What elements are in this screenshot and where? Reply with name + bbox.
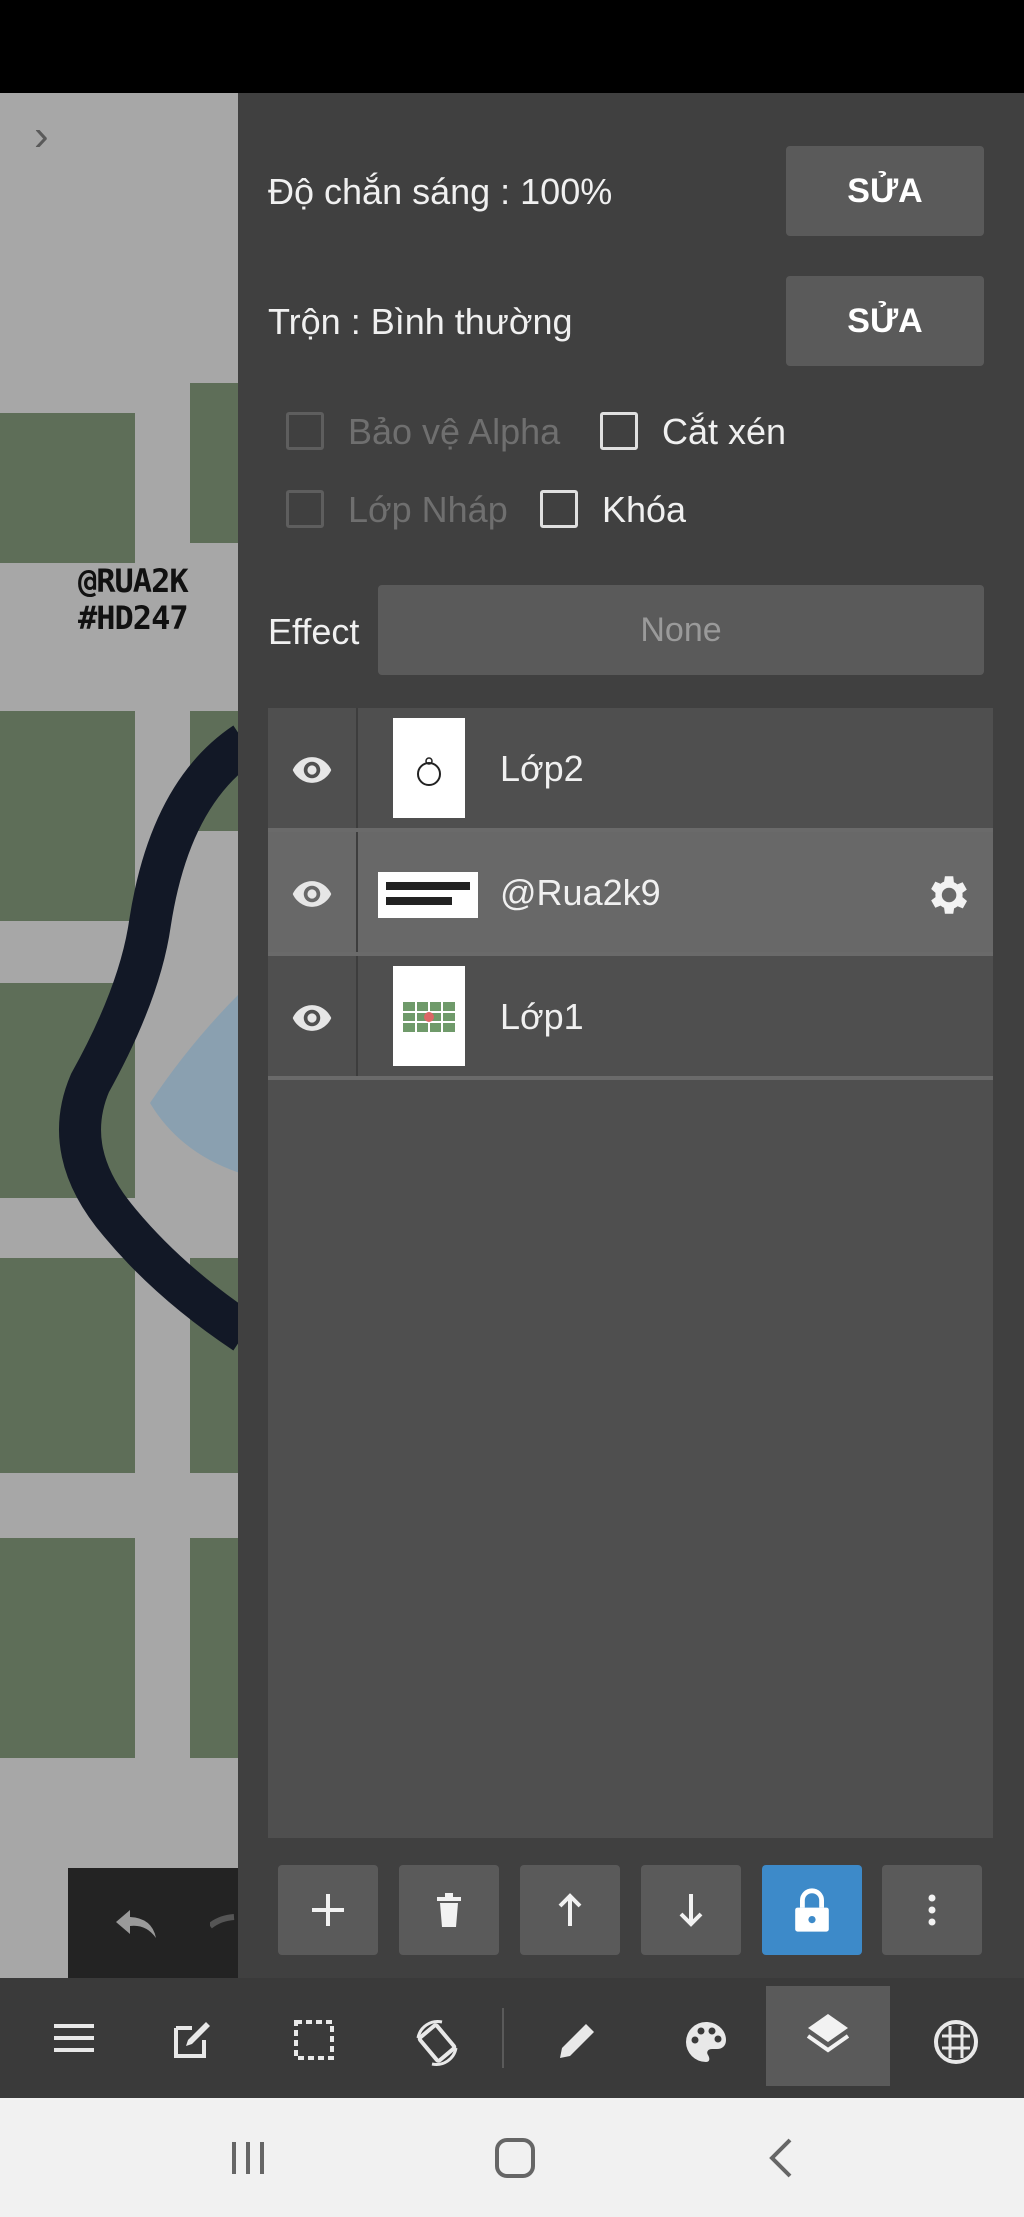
brush-tool-button[interactable] bbox=[516, 1978, 636, 2098]
recent-apps-icon[interactable] bbox=[228, 2138, 272, 2178]
layer-list: Lớp2 @Rua2k9 Lớp1 bbox=[268, 708, 993, 1838]
layer-row[interactable]: Lớp2 bbox=[268, 708, 993, 832]
draft-layer-label: Lớp Nháp bbox=[348, 489, 508, 530]
plus-icon bbox=[312, 1894, 344, 1926]
chevron-right-icon[interactable]: › bbox=[34, 114, 64, 158]
drawing-canvas[interactable]: › @RUA2K #HD247 bbox=[0, 93, 238, 1978]
arrow-down-icon bbox=[679, 1894, 703, 1927]
toolbar-divider bbox=[502, 2008, 504, 2068]
eye-icon[interactable] bbox=[290, 872, 334, 916]
draft-layer-checkbox[interactable] bbox=[286, 490, 324, 528]
layer-name: Lớp2 bbox=[500, 748, 584, 789]
edit-square-icon bbox=[174, 2022, 210, 2058]
selection-button[interactable] bbox=[252, 1978, 372, 2098]
canvas-watermark: @RUA2K #HD247 bbox=[78, 562, 189, 637]
clipping-label: Cắt xén bbox=[662, 411, 787, 452]
edit-blend-button[interactable]: SỬA bbox=[786, 276, 984, 366]
arrow-up-icon bbox=[558, 1893, 582, 1926]
undo-redo-bar bbox=[68, 1868, 238, 1978]
layers-button[interactable] bbox=[766, 1986, 890, 2086]
clipping-checkbox[interactable] bbox=[600, 412, 638, 450]
effect-selector[interactable]: None bbox=[378, 585, 984, 675]
rotate-icon bbox=[416, 2020, 458, 2066]
selection-icon bbox=[294, 2020, 334, 2060]
color-button[interactable] bbox=[642, 1978, 762, 2098]
layer-thumbnail bbox=[378, 872, 478, 918]
system-navigation-bar bbox=[0, 2098, 1024, 2217]
gear-icon[interactable] bbox=[922, 870, 972, 920]
add-layer-button[interactable] bbox=[278, 1865, 378, 1955]
blend-mode-label: Trộn : Bình thường bbox=[268, 301, 573, 342]
lock-layer-button[interactable] bbox=[762, 1865, 862, 1955]
redo-icon[interactable] bbox=[210, 1906, 238, 1942]
canvas-drawing bbox=[59, 725, 238, 1351]
undo-icon[interactable] bbox=[114, 1906, 158, 1942]
main-toolbar bbox=[0, 1978, 1024, 2098]
opacity-label: Độ chắn sáng : 100% bbox=[268, 171, 613, 212]
effect-label: Effect bbox=[268, 611, 360, 652]
menu-button[interactable] bbox=[12, 1978, 132, 2098]
pencil-icon bbox=[560, 2024, 594, 2058]
lock-checkbox[interactable] bbox=[540, 490, 578, 528]
row-separator bbox=[356, 832, 358, 956]
row-divider bbox=[268, 1076, 993, 1080]
edit-opacity-button[interactable]: SỬA bbox=[786, 146, 984, 236]
layer-name: @Rua2k9 bbox=[500, 872, 661, 913]
edit-button[interactable] bbox=[130, 1978, 250, 2098]
layer-name: Lớp1 bbox=[500, 996, 584, 1037]
watermark-line1: @RUA2K bbox=[78, 562, 189, 600]
grid-button[interactable] bbox=[892, 1978, 1012, 2098]
palette-icon bbox=[686, 2022, 726, 2062]
move-layer-up-button[interactable] bbox=[520, 1865, 620, 1955]
layer-row-selected[interactable]: @Rua2k9 bbox=[268, 832, 993, 956]
layer-row[interactable]: Lớp1 bbox=[268, 956, 993, 1080]
rotate-canvas-button[interactable] bbox=[372, 1978, 492, 2098]
status-bar bbox=[0, 0, 1024, 93]
eye-icon[interactable] bbox=[290, 996, 334, 1040]
thumbnail-sketch bbox=[417, 757, 441, 786]
trash-icon bbox=[437, 1893, 461, 1927]
home-icon[interactable] bbox=[493, 2136, 537, 2180]
layer-thumbnail bbox=[393, 718, 465, 818]
hamburger-icon bbox=[54, 2024, 94, 2052]
grid-circle-icon bbox=[934, 2020, 978, 2064]
move-layer-down-button[interactable] bbox=[641, 1865, 741, 1955]
layer-thumbnail bbox=[393, 966, 465, 1066]
row-separator bbox=[356, 708, 358, 832]
thumbnail-grid bbox=[403, 1002, 455, 1032]
thumbnail-watermark bbox=[386, 882, 470, 905]
lock-label: Khóa bbox=[602, 489, 687, 530]
eye-icon[interactable] bbox=[290, 748, 334, 792]
row-separator bbox=[356, 956, 358, 1080]
layers-icon bbox=[806, 2014, 850, 2053]
lock-icon bbox=[795, 1888, 829, 1932]
protect-alpha-checkbox[interactable] bbox=[286, 412, 324, 450]
protect-alpha-label: Bảo vệ Alpha bbox=[348, 411, 561, 452]
more-vertical-icon bbox=[928, 1894, 936, 1926]
back-icon[interactable] bbox=[766, 2136, 796, 2180]
delete-layer-button[interactable] bbox=[399, 1865, 499, 1955]
watermark-line2: #HD247 bbox=[78, 599, 189, 637]
more-options-button[interactable] bbox=[882, 1865, 982, 1955]
